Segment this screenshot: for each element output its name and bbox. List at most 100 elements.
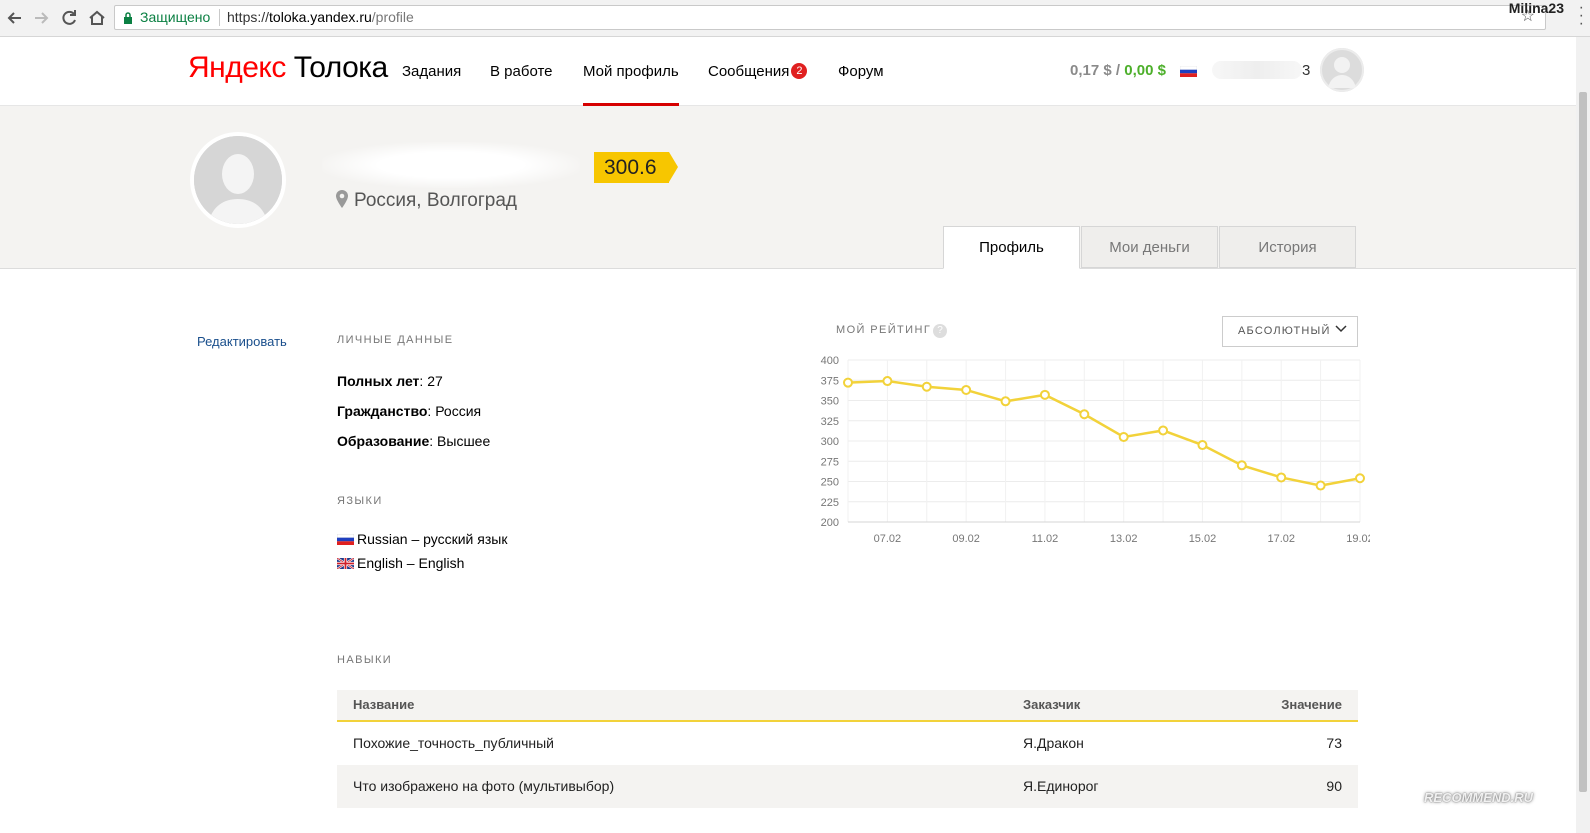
messages-badge: 2: [791, 63, 808, 79]
y-tick-label: 200: [821, 517, 839, 529]
uk-flag-icon: [337, 558, 354, 569]
language-russian: Russian – русский язык: [357, 531, 508, 547]
rating-mode-value: АБСОЛЮТНЫЙ: [1238, 325, 1331, 337]
column-requester[interactable]: Заказчик: [1023, 690, 1080, 720]
x-tick-label: 15.02: [1189, 533, 1217, 545]
table-row: Похожие_точность_публичный Я.Дракон 73: [337, 722, 1358, 765]
data-point: [1158, 425, 1169, 436]
edit-profile-link[interactable]: Редактировать: [197, 334, 287, 349]
data-point: [1118, 431, 1129, 442]
balance-separator: /: [1115, 62, 1121, 79]
nav-tasks[interactable]: Задания: [402, 63, 461, 80]
data-point: [1315, 480, 1326, 491]
language-item: Russian – русский язык: [337, 531, 507, 547]
logo[interactable]: Яндекс Толока: [188, 51, 388, 85]
y-tick-label: 350: [821, 396, 839, 408]
personal-data-title: ЛИЧНЫЕ ДАННЫЕ: [337, 334, 454, 346]
rating-widget-title: МОЙ РЕЙТИНГ: [836, 324, 932, 336]
skill-value: 90: [1326, 778, 1342, 794]
data-point: [1079, 409, 1090, 420]
column-name[interactable]: Название: [353, 690, 414, 720]
watermark: RECOMMEND.RU: [1424, 790, 1534, 805]
nav-my-profile[interactable]: Мой профиль: [583, 63, 679, 106]
data-point: [1197, 440, 1208, 451]
balance-primary: 0,17 $: [1070, 62, 1112, 79]
profile-avatar: [190, 132, 286, 228]
skill-requester: Я.Дракон: [1023, 735, 1084, 751]
citizenship-label: Гражданство: [337, 403, 428, 419]
data-point: [961, 384, 972, 395]
nav-messages-label: Сообщения: [708, 63, 790, 80]
x-tick-label: 07.02: [874, 533, 902, 545]
rating-mode-select[interactable]: АБСОЛЮТНЫЙ: [1222, 316, 1358, 347]
nav-in-progress[interactable]: В работе: [490, 63, 553, 80]
balance[interactable]: 0,17 $ / 0,00 $: [1070, 62, 1166, 79]
skill-name: Похожие_точность_публичный: [353, 735, 554, 751]
nav-messages[interactable]: Сообщения 2: [708, 63, 808, 80]
x-tick-label: 13.02: [1110, 533, 1138, 545]
rating-chart: 200 225 250 275 300 325 350 375 400 07.02 09.02 11.…: [821, 355, 1370, 545]
url-path: /profile: [371, 9, 414, 25]
help-icon[interactable]: ?: [933, 324, 947, 338]
language-english: English – English: [357, 555, 465, 571]
data-point: [1276, 472, 1287, 483]
logo-yandex: Яндекс: [188, 51, 286, 84]
languages-title: ЯЗЫКИ: [337, 495, 383, 507]
url-text[interactable]: https://toloka.yandex.ru/profile: [227, 6, 414, 29]
y-tick-label: 400: [821, 355, 839, 367]
username-blurred[interactable]: [1212, 61, 1302, 79]
education-value: Высшее: [437, 433, 491, 449]
skills-table: Название Заказчик Значение Похожие_точно…: [337, 690, 1358, 808]
avatar[interactable]: [1320, 48, 1364, 92]
tab-my-money[interactable]: Мои деньги: [1081, 226, 1218, 268]
data-point: [882, 376, 893, 387]
page-scrollbar[interactable]: [1576, 37, 1590, 833]
series-line: [847, 379, 1361, 487]
x-tick-label: 19.02: [1346, 533, 1370, 545]
back-icon[interactable]: [4, 7, 26, 29]
skill-requester: Я.Единорог: [1023, 778, 1099, 794]
education-label: Образование: [337, 433, 430, 449]
y-tick-label: 250: [821, 477, 839, 489]
data-point: [1236, 460, 1247, 471]
rating-badge: 300.6: [594, 152, 678, 183]
nav-forum[interactable]: Форум: [838, 63, 884, 80]
education-field: Образование: Высшее: [337, 433, 491, 449]
chevron-down-icon: [1335, 317, 1347, 346]
location-pin-icon: [336, 190, 348, 208]
y-tick-label: 225: [821, 497, 839, 509]
table-row: Что изображено на фото (мультивыбор) Я.Е…: [337, 765, 1358, 808]
balance-secondary: 0,00 $: [1124, 62, 1166, 79]
data-point: [1000, 396, 1011, 407]
language-item: English – English: [337, 555, 464, 571]
y-tick-label: 275: [821, 456, 839, 468]
column-value[interactable]: Значение: [1281, 690, 1342, 720]
table-header: Название Заказчик Значение: [337, 690, 1358, 722]
skills-title: НАВЫКИ: [337, 654, 393, 666]
ru-flag-icon[interactable]: [1180, 64, 1197, 82]
divider: [219, 9, 220, 26]
forward-icon[interactable]: [30, 7, 52, 29]
citizenship-field: Гражданство: Россия: [337, 403, 482, 419]
browser-profile-name[interactable]: Milina23: [1509, 0, 1564, 16]
location-text: Россия, Волгоград: [354, 190, 518, 211]
menu-dots-icon[interactable]: · · ·: [1579, 0, 1584, 32]
home-icon[interactable]: [86, 7, 108, 29]
reload-icon[interactable]: [58, 7, 80, 29]
y-tick-label: 300: [821, 436, 839, 448]
x-tick-label: 11.02: [1032, 533, 1059, 545]
data-point: [921, 381, 932, 392]
browser-toolbar: Защищено https://toloka.yandex.ru/profil…: [0, 0, 1590, 37]
scroll-thumb[interactable]: [1579, 92, 1587, 792]
age-label: Полных лет: [337, 373, 420, 389]
skill-value: 73: [1326, 735, 1342, 751]
tab-history[interactable]: История: [1219, 226, 1356, 268]
y-tick-label: 375: [821, 375, 839, 387]
age-value: 27: [427, 373, 443, 389]
citizenship-value: Россия: [435, 403, 482, 419]
ru-flag-icon: [337, 534, 354, 545]
y-tick-label: 325: [821, 416, 839, 428]
data-point: [1039, 389, 1050, 400]
tab-profile[interactable]: Профиль: [943, 226, 1080, 269]
address-bar[interactable]: Защищено https://toloka.yandex.ru/profil…: [114, 5, 1546, 30]
